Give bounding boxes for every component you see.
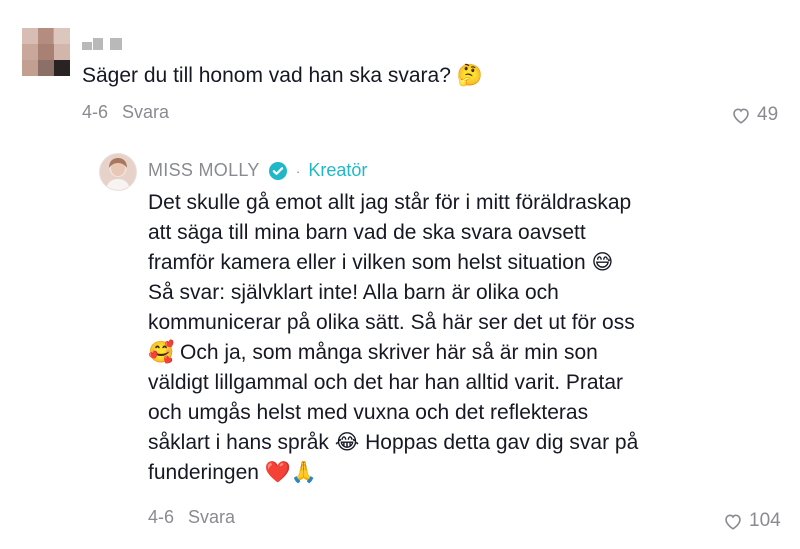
reply-like-count: 104 xyxy=(749,510,781,531)
reply-line: framför kamera eller i vilken som helst … xyxy=(148,251,614,274)
reply-line: 🥰 Och ja, som många skriver här så är mi… xyxy=(148,341,598,364)
comment-like-button[interactable]: 49 xyxy=(731,104,778,126)
verified-check-icon xyxy=(268,161,287,180)
reply-reply-button[interactable]: Svara xyxy=(188,507,235,528)
comment-like-count: 49 xyxy=(757,104,779,125)
reply-header: MISS MOLLY · Kreatör xyxy=(148,160,367,181)
reply-line: såklart i hans språk 😂 Hoppas detta gav … xyxy=(148,431,639,454)
reply-line: funderingen ❤️🙏 xyxy=(148,461,318,484)
reply-date: 4-6 xyxy=(148,507,175,527)
heart-outline-icon xyxy=(725,514,741,530)
commenter-username-redacted[interactable] xyxy=(82,34,126,52)
reply-line: väldigt lillgammal och det har han allti… xyxy=(148,371,624,394)
reply-line: att säga till mina barn vad de ska svara… xyxy=(148,221,586,244)
creator-badge-label: Kreatör xyxy=(308,160,368,180)
comment-date: 4-6 xyxy=(82,102,109,122)
commenter-avatar[interactable] xyxy=(22,28,70,76)
comment-reply-button[interactable]: Svara xyxy=(122,102,169,123)
reply-line: kommunicerar på olika sätt. Så här ser d… xyxy=(148,311,635,334)
reply-meta: 4-6 Svara xyxy=(148,507,235,528)
reply-text: Det skulle gå emot allt jag står för i m… xyxy=(148,188,708,488)
comment-text: Säger du till honom vad han ska svara? 🤔 xyxy=(82,64,483,87)
reply-line: Så svar: självklart inte! Alla barn är o… xyxy=(148,281,559,304)
reply-line: och umgås helst med vuxna och det reflek… xyxy=(148,401,589,424)
dot-separator: · xyxy=(295,162,301,179)
reply-like-button[interactable]: 104 xyxy=(723,510,781,532)
heart-outline-icon xyxy=(733,108,749,124)
avatar-image xyxy=(106,158,130,190)
reply-author-avatar[interactable] xyxy=(99,153,137,191)
comment-meta: 4-6 Svara xyxy=(82,102,169,123)
reply-line: Det skulle gå emot allt jag står för i m… xyxy=(148,191,632,214)
reply-author-name[interactable]: MISS MOLLY xyxy=(148,160,260,181)
